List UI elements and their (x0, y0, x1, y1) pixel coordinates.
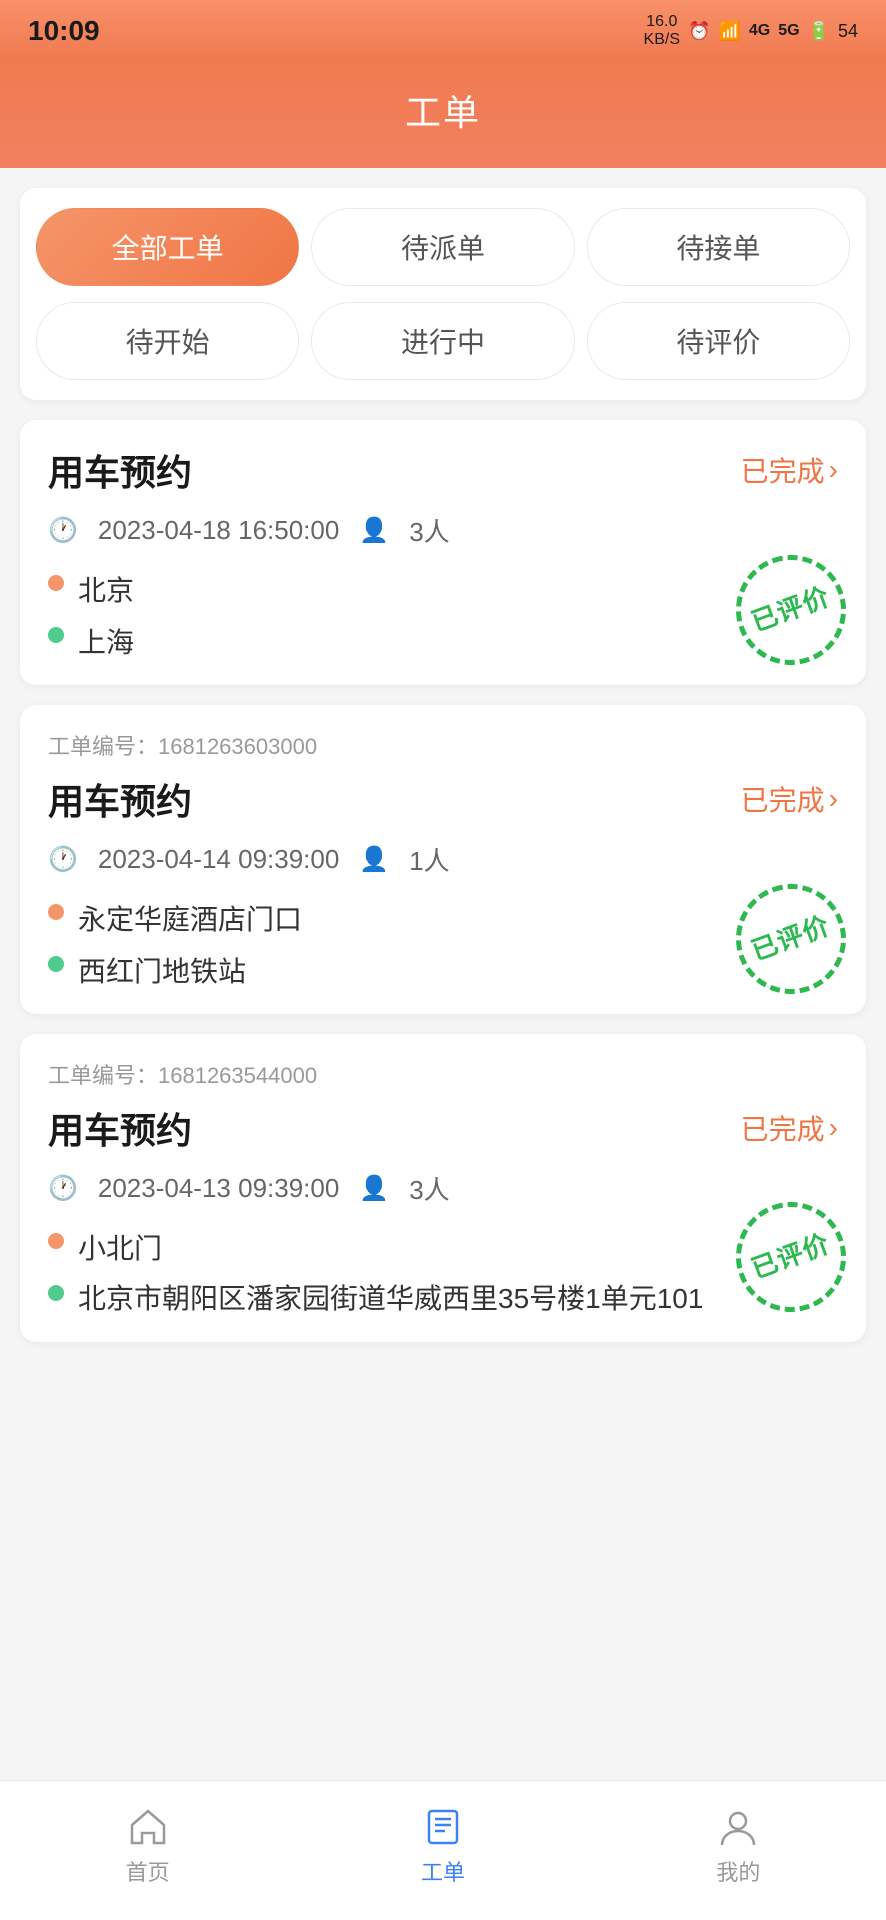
route-end-2: 西红门地铁站 (48, 950, 838, 990)
people-icon-2: 👤 (359, 845, 389, 874)
stamp-2: 已评价 (736, 884, 846, 994)
order-datetime-1: 2023-04-18 16:50:00 (98, 515, 339, 546)
order-people-2: 1人 (409, 841, 449, 878)
order-card-2[interactable]: 工单编号：1681263603000 用车预约 已完成 › 🕐 2023-04-… (20, 705, 866, 1014)
nav-orders[interactable]: 工单 (295, 1805, 590, 1887)
start-dot-3 (48, 1233, 64, 1249)
nav-profile[interactable]: 我的 (591, 1805, 886, 1887)
order-header-1: 用车预约 已完成 › (48, 444, 838, 496)
people-icon-1: 👤 (359, 516, 389, 545)
order-status-2: 已完成 › (741, 779, 838, 819)
end-location-1: 上海 (78, 621, 134, 661)
order-number-3: 工单编号：1681263544000 (48, 1058, 838, 1090)
order-datetime-3: 2023-04-13 09:39:00 (98, 1173, 339, 1204)
filter-pending-start[interactable]: 待开始 (36, 302, 299, 380)
people-icon-3: 👤 (359, 1174, 389, 1203)
order-header-3: 用车预约 已完成 › (48, 1102, 838, 1154)
order-people-1: 3人 (409, 512, 449, 549)
stamp-3: 已评价 (736, 1202, 846, 1312)
start-dot-2 (48, 904, 64, 920)
order-meta-1: 🕐 2023-04-18 16:50:00 👤 3人 (48, 512, 838, 549)
stamp-text-2: 已评价 (748, 910, 835, 967)
order-datetime-2: 2023-04-14 09:39:00 (98, 844, 339, 875)
filter-pending-review[interactable]: 待评价 (587, 302, 850, 380)
order-status-1: 已完成 › (741, 450, 838, 490)
orders-icon (421, 1805, 465, 1849)
order-card-1[interactable]: 用车预约 已完成 › 🕐 2023-04-18 16:50:00 👤 3人 北京… (20, 420, 866, 685)
filter-pending-assign[interactable]: 待派单 (311, 208, 574, 286)
order-number-2: 工单编号：1681263603000 (48, 729, 838, 761)
battery-icon: 🔋 (808, 21, 830, 42)
start-location-2: 永定华庭酒店门口 (78, 898, 302, 938)
stamp-circle-1: 已评价 (721, 540, 862, 681)
order-meta-3: 🕐 2023-04-13 09:39:00 👤 3人 (48, 1170, 838, 1207)
status-icons: 16.0KB/S ⏰ 📶 4G 5G 🔋 54 (644, 13, 858, 48)
route-start-2: 永定华庭酒店门口 (48, 898, 838, 938)
stamp-circle-3: 已评价 (721, 1187, 862, 1328)
end-dot-1 (48, 627, 64, 643)
start-dot-1 (48, 575, 64, 591)
stamp-text-1: 已评价 (748, 581, 835, 638)
nav-orders-label: 工单 (421, 1855, 465, 1887)
clock-icon-1: 🕐 (48, 516, 78, 545)
order-header-2: 用车预约 已完成 › (48, 773, 838, 825)
page-header: 工单 (0, 60, 886, 168)
filter-row-2: 待开始 进行中 待评价 (36, 302, 850, 380)
filter-row-1: 全部工单 待派单 待接单 (36, 208, 850, 286)
route-end-3: 北京市朝阳区潘家园街道华威西里35号楼1单元101 (48, 1279, 838, 1318)
filter-all[interactable]: 全部工单 (36, 208, 299, 286)
bottom-nav: 首页 工单 我的 (0, 1780, 886, 1920)
clock-icon-3: 🕐 (48, 1174, 78, 1203)
home-icon (126, 1805, 170, 1849)
page-title: 工单 (0, 84, 886, 136)
order-route-3: 小北门 北京市朝阳区潘家园街道华威西里35号楼1单元101 (48, 1227, 838, 1318)
stamp-1: 已评价 (736, 555, 846, 665)
filter-pending-accept[interactable]: 待接单 (587, 208, 850, 286)
route-end-1: 上海 (48, 621, 838, 661)
route-start-3: 小北门 (48, 1227, 838, 1267)
order-type-1: 用车预约 (48, 444, 192, 496)
order-type-3: 用车预约 (48, 1102, 192, 1154)
start-location-1: 北京 (78, 569, 134, 609)
nav-profile-label: 我的 (716, 1855, 760, 1887)
battery-level: 54 (838, 21, 858, 42)
order-meta-2: 🕐 2023-04-14 09:39:00 👤 1人 (48, 841, 838, 878)
profile-icon (716, 1805, 760, 1849)
filter-section: 全部工单 待派单 待接单 待开始 进行中 待评价 (20, 188, 866, 400)
end-dot-2 (48, 956, 64, 972)
orders-list: 用车预约 已完成 › 🕐 2023-04-18 16:50:00 👤 3人 北京… (0, 400, 886, 1522)
stamp-circle-2: 已评价 (721, 869, 862, 1010)
filter-in-progress[interactable]: 进行中 (311, 302, 574, 380)
nav-home[interactable]: 首页 (0, 1805, 295, 1887)
order-route-2: 永定华庭酒店门口 西红门地铁站 (48, 898, 838, 990)
order-people-3: 3人 (409, 1170, 449, 1207)
network-speed-icon: 16.0KB/S (644, 13, 680, 48)
order-type-2: 用车预约 (48, 773, 192, 825)
wifi-icon: 📶 (718, 21, 740, 42)
chevron-right-icon-2: › (829, 783, 838, 815)
start-location-3: 小北门 (78, 1227, 162, 1267)
order-card-3[interactable]: 工单编号：1681263544000 用车预约 已完成 › 🕐 2023-04-… (20, 1034, 866, 1342)
signal-4g-icon: 4G (749, 22, 770, 40)
end-dot-3 (48, 1285, 64, 1301)
end-location-2: 西红门地铁站 (78, 950, 246, 990)
signal-5g-icon: 5G (778, 22, 799, 40)
nav-home-label: 首页 (126, 1855, 170, 1887)
alarm-icon: ⏰ (688, 21, 710, 42)
chevron-right-icon-3: › (829, 1112, 838, 1144)
order-route-1: 北京 上海 (48, 569, 838, 661)
status-time: 10:09 (28, 15, 100, 47)
end-location-3: 北京市朝阳区潘家园街道华威西里35号楼1单元101 (78, 1279, 703, 1318)
route-start-1: 北京 (48, 569, 838, 609)
order-status-3: 已完成 › (741, 1108, 838, 1148)
clock-icon-2: 🕐 (48, 845, 78, 874)
status-bar: 10:09 16.0KB/S ⏰ 📶 4G 5G 🔋 54 (0, 0, 886, 60)
chevron-right-icon-1: › (829, 454, 838, 486)
stamp-text-3: 已评价 (748, 1229, 835, 1286)
